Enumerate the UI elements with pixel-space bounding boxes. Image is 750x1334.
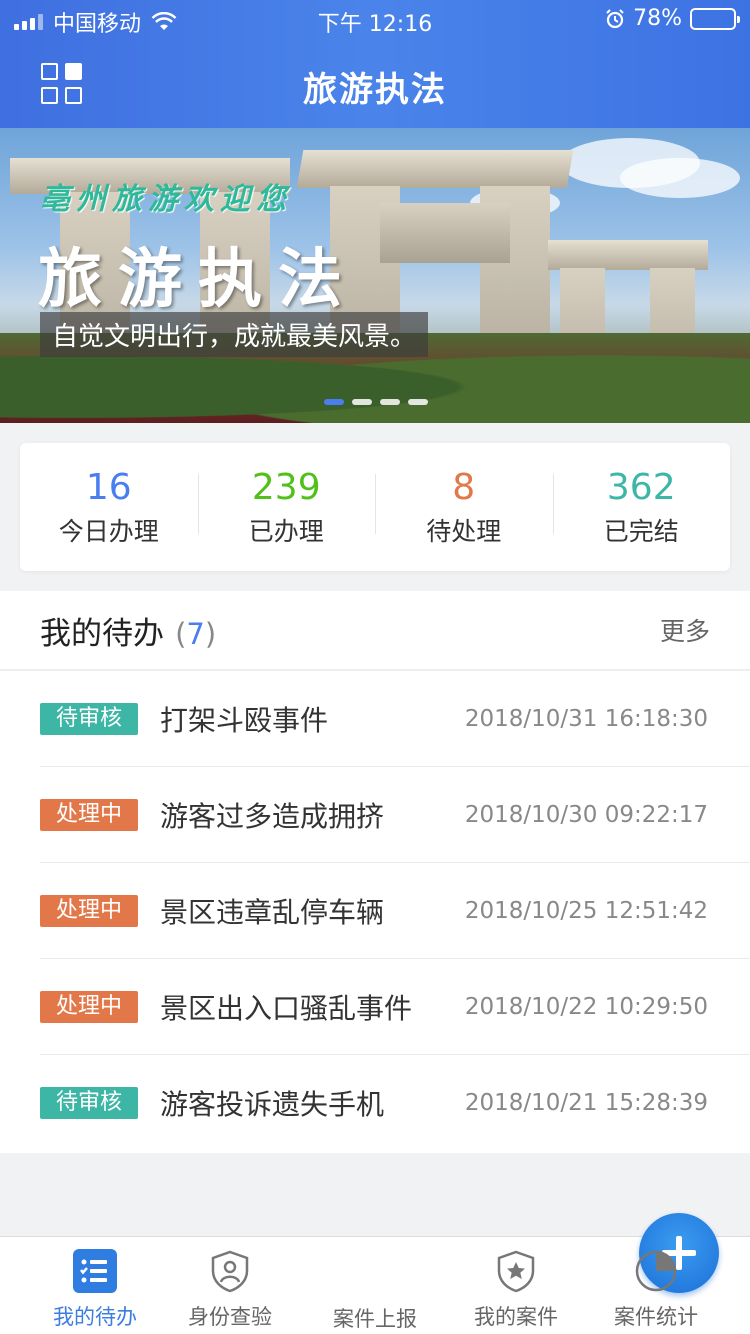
identity-shield-icon (211, 1250, 249, 1293)
todo-list: 待审核 打架斗殴事件 2018/10/31 16:18:30 处理中 游客过多造… (0, 671, 750, 1151)
carousel-dot[interactable] (408, 399, 428, 405)
todo-name: 游客投诉遗失手机 (160, 1088, 385, 1121)
stat-label: 已办理 (248, 517, 324, 546)
stats-card: 16 今日办理 239 已办理 8 待处理 362 已完结 (20, 443, 730, 571)
tab-my-cases[interactable]: 我的案件 (446, 1237, 586, 1331)
stat-label: 今日办理 (58, 517, 159, 546)
stat-value: 16 (85, 467, 132, 508)
carousel-dot[interactable] (380, 399, 400, 405)
stat-completed[interactable]: 362 已完结 (552, 466, 731, 548)
tab-label: 身份查验 (188, 1305, 272, 1329)
battery-percent: 78% (633, 6, 682, 31)
stat-label: 待处理 (426, 517, 502, 546)
todo-item[interactable]: 处理中 游客过多造成拥挤 2018/10/30 09:22:17 (40, 767, 750, 863)
battery-icon (690, 7, 740, 30)
stat-today[interactable]: 16 今日办理 (20, 466, 198, 548)
stat-handled[interactable]: 239 已办理 (197, 466, 376, 548)
todo-time: 2018/10/21 15:28:39 (464, 1090, 708, 1116)
tab-case-stats[interactable]: 案件统计 (586, 1237, 726, 1331)
todo-name: 景区违章乱停车辆 (160, 895, 385, 929)
tab-my-todo[interactable]: 我的待办 (25, 1237, 165, 1331)
tab-label: 案件统计 (614, 1305, 698, 1329)
stat-value: 362 (606, 467, 676, 508)
tab-label: 我的案件 (474, 1305, 558, 1329)
stat-value: 239 (251, 467, 321, 508)
todo-section: 我的待办 (7) 更多 待审核 打架斗殴事件 2018/10/31 16:18:… (0, 591, 750, 1153)
todo-count-badge: (7) (175, 616, 217, 651)
tab-label: 我的待办 (53, 1305, 137, 1329)
todo-name: 打架斗殴事件 (160, 703, 329, 737)
status-badge: 待审核 (40, 702, 138, 735)
todo-name: 景区出入口骚乱事件 (160, 991, 413, 1025)
todo-item[interactable]: 处理中 景区违章乱停车辆 2018/10/25 12:51:42 (40, 863, 750, 959)
section-title: 我的待办 (40, 615, 164, 652)
stat-pending[interactable]: 8 待处理 (375, 466, 553, 548)
banner-title: 旅游执法 (38, 242, 358, 317)
status-bar: 中国移动 下午 12:16 78% (0, 0, 750, 40)
status-badge: 待审核 (40, 1087, 138, 1119)
todo-item[interactable]: 待审核 游客投诉遗失手机 2018/10/21 15:28:39 (40, 1055, 750, 1151)
banner-slogan: 自觉文明出行，成就最美风景。 (40, 312, 429, 357)
status-badge: 处理中 (40, 990, 138, 1023)
carousel-dot[interactable] (352, 399, 372, 405)
todo-time: 2018/10/25 12:51:42 (464, 897, 708, 924)
banner-carousel[interactable]: 亳州旅游欢迎您 旅游执法 自觉文明出行，成就最美风景。 (0, 128, 750, 423)
stat-label: 已完结 (603, 517, 679, 546)
tab-identity-check[interactable]: 身份查验 (160, 1237, 300, 1331)
status-badge: 处理中 (40, 894, 138, 927)
todo-header: 我的待办 (7) 更多 (0, 591, 750, 671)
banner-welcome-text: 亳州旅游欢迎您 (40, 182, 292, 217)
pie-chart-icon (635, 1250, 677, 1292)
todo-time: 2018/10/30 09:22:17 (464, 801, 708, 828)
tab-case-report[interactable]: 案件上报 (305, 1213, 719, 1333)
carousel-indicator[interactable] (324, 399, 428, 405)
alarm-icon (606, 8, 624, 28)
more-link[interactable]: 更多 (660, 612, 710, 648)
todo-item[interactable]: 处理中 景区出入口骚乱事件 2018/10/22 10:29:50 (40, 959, 750, 1055)
todo-time: 2018/10/22 10:29:50 (464, 993, 708, 1020)
carousel-dot[interactable] (324, 399, 344, 405)
todo-item[interactable]: 待审核 打架斗殴事件 2018/10/31 16:18:30 (40, 671, 750, 767)
todo-time: 2018/10/31 16:18:30 (464, 705, 708, 732)
star-shield-icon (497, 1250, 535, 1293)
tab-label: 案件上报 (333, 1307, 417, 1331)
app-header: 中国移动 下午 12:16 78% 旅游执法 (0, 0, 750, 128)
todo-name: 游客过多造成拥挤 (160, 799, 385, 833)
page-title: 旅游执法 (303, 70, 447, 110)
bottom-tab-bar: 我的待办 身份查验 案件上报 我的案件 案件统计 (0, 1213, 750, 1334)
task-list-icon (73, 1249, 117, 1293)
stat-value: 8 (452, 467, 476, 508)
status-badge: 处理中 (40, 798, 138, 831)
